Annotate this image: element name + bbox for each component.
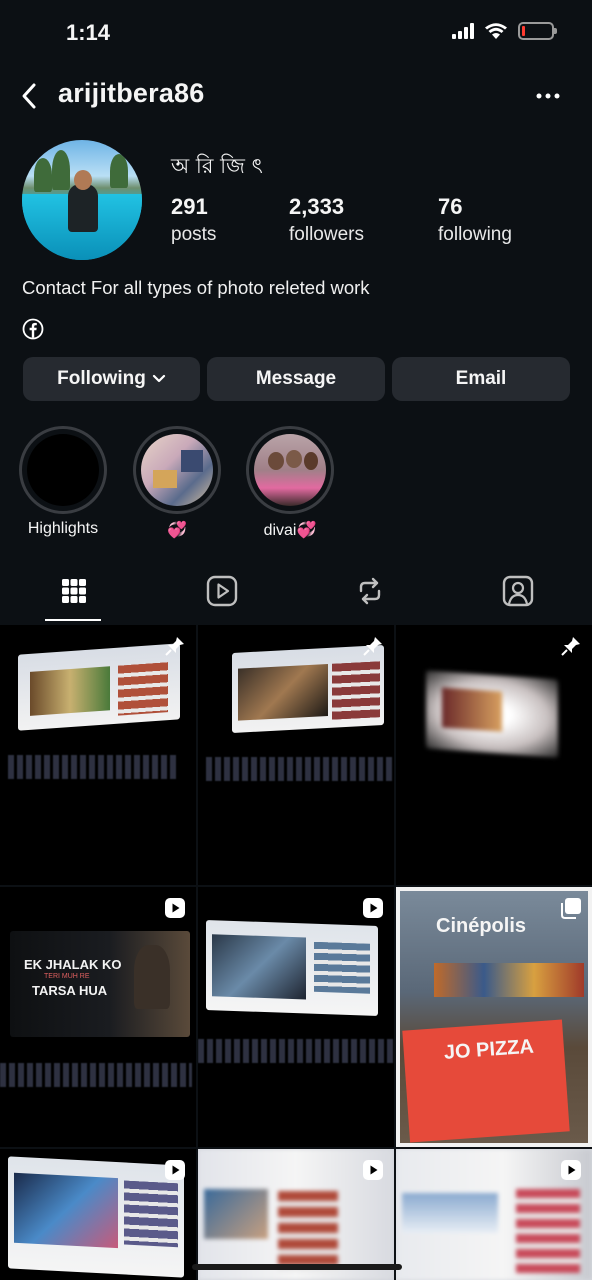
post-thumbnail[interactable] <box>198 1149 394 1280</box>
post-overlay-text: Cinépolis <box>436 915 527 937</box>
profile-username: arijitbera86 <box>58 78 205 108</box>
profile-tabs <box>0 560 592 622</box>
posts-grid: EK JHALAK KO TERI MUH RE TARSA HUA Cinép… <box>0 625 592 1280</box>
tab-tagged[interactable] <box>444 560 592 622</box>
profile-display-name: অ রি জি ৎ <box>171 154 263 178</box>
followers-count-value: 2,333 <box>289 194 345 219</box>
highlight-item[interactable]: divai💞 <box>246 426 334 540</box>
chevron-down-icon <box>152 374 165 383</box>
post-thumbnail[interactable] <box>396 625 592 885</box>
more-options-button[interactable] <box>534 82 562 110</box>
highlight-cover <box>27 434 99 506</box>
highlight-cover <box>254 434 326 506</box>
profile-bio: Contact For all types of photo releted w… <box>22 277 370 298</box>
post-overlay-text: JO PIZZA <box>443 1035 535 1064</box>
back-button[interactable] <box>14 80 44 112</box>
followers-count[interactable]: 2,333 followers <box>289 194 364 246</box>
following-count[interactable]: 76 following <box>438 194 512 246</box>
profile-header: arijitbera86 <box>0 74 592 118</box>
post-overlay-text: TARSA HUA <box>32 983 108 998</box>
pin-icon <box>561 637 580 656</box>
message-button[interactable]: Message <box>207 357 385 401</box>
post-thumbnail[interactable]: Cinépolis JO PIZZA <box>396 887 592 1147</box>
following-count-value: 76 <box>438 194 463 219</box>
reels-icon <box>206 575 238 607</box>
message-button-label: Message <box>255 368 337 389</box>
highlight-label: divai💞 <box>263 522 317 539</box>
battery-icon <box>518 22 557 40</box>
tab-reels[interactable] <box>148 560 296 622</box>
grid-icon <box>62 579 86 603</box>
chevron-left-icon <box>22 83 36 109</box>
home-indicator[interactable] <box>192 1264 402 1270</box>
email-button[interactable]: Email <box>392 357 570 401</box>
carousel-icon <box>561 898 581 919</box>
tab-posts-grid[interactable] <box>0 560 148 622</box>
post-thumbnail[interactable]: EK JHALAK KO TERI MUH RE TARSA HUA <box>0 887 196 1147</box>
post-thumbnail[interactable] <box>396 1149 592 1280</box>
tab-selected-indicator <box>45 619 101 621</box>
pin-icon <box>165 637 184 656</box>
status-icons <box>452 22 557 40</box>
reel-icon <box>165 1160 185 1180</box>
reel-icon <box>363 1160 383 1180</box>
more-dots-icon <box>536 93 560 99</box>
reposts-icon <box>359 577 381 605</box>
posts-count[interactable]: 291 posts <box>171 194 216 246</box>
highlight-label: Highlights <box>27 520 99 537</box>
email-button-label: Email <box>455 368 507 389</box>
reel-icon <box>561 1160 581 1180</box>
post-thumbnail[interactable] <box>0 625 196 885</box>
cellular-signal-icon <box>452 23 474 39</box>
facebook-icon[interactable] <box>22 318 44 340</box>
highlight-cover <box>141 434 213 506</box>
status-bar: 1:14 <box>0 0 592 70</box>
post-thumbnail[interactable] <box>198 625 394 885</box>
wifi-icon <box>485 23 507 39</box>
tagged-icon <box>502 575 534 607</box>
reel-icon <box>363 898 383 918</box>
followers-count-label: followers <box>289 224 364 245</box>
reel-icon <box>165 898 185 918</box>
tab-reposts[interactable] <box>296 560 444 622</box>
status-time: 1:14 <box>66 20 111 45</box>
following-count-label: following <box>438 224 512 245</box>
highlight-item[interactable]: Highlights <box>19 426 107 538</box>
posts-count-label: posts <box>171 224 217 245</box>
profile-avatar[interactable] <box>22 140 142 260</box>
following-button[interactable]: Following <box>23 357 200 401</box>
post-overlay-text: TERI MUH RE <box>44 973 90 980</box>
following-button-label: Following <box>57 368 146 389</box>
post-thumbnail[interactable] <box>0 1149 196 1280</box>
post-thumbnail[interactable] <box>198 887 394 1147</box>
highlight-item[interactable]: 💞 <box>133 426 221 540</box>
post-overlay-text: EK JHALAK KO <box>24 957 122 972</box>
highlight-label: 💞 <box>167 522 187 539</box>
posts-count-value: 291 <box>171 194 208 219</box>
pin-icon <box>363 637 382 656</box>
